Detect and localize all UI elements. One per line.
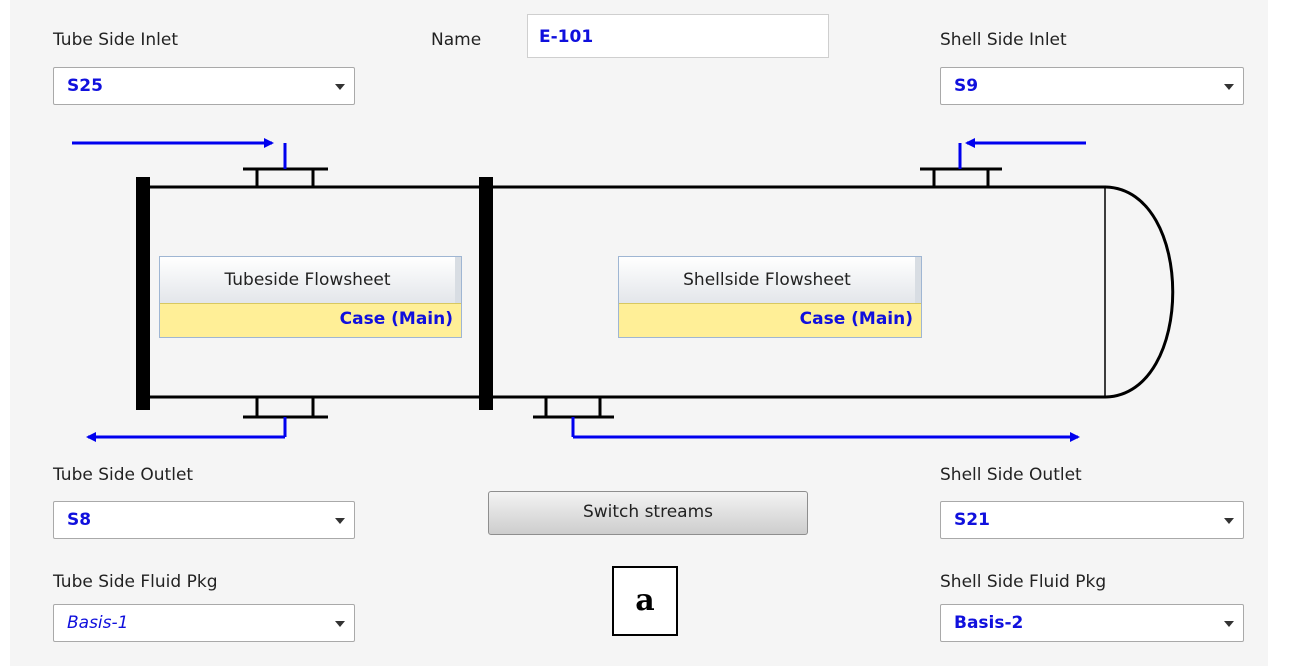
shell-fluid-pkg-dropdown[interactable]: Basis-2 (940, 604, 1244, 642)
shellside-flowsheet-box[interactable]: Shellside Flowsheet Case (Main) (618, 256, 922, 338)
name-value: E-101 (539, 27, 594, 47)
left-tubesheet (136, 177, 150, 410)
tube-inlet-value: S25 (67, 76, 103, 96)
shell-fluid-pkg-value: Basis-2 (954, 613, 1024, 633)
switch-streams-button[interactable]: Switch streams (488, 491, 808, 535)
tube-outlet-label: Tube Side Outlet (53, 465, 194, 485)
tube-fluid-pkg-value: Basis-1 (67, 613, 129, 633)
shell-fluid-pkg-label: Shell Side Fluid Pkg (940, 572, 1107, 592)
tubeside-flowsheet-case: Case (Main) (160, 303, 461, 337)
tube-fluid-pkg-label: Tube Side Fluid Pkg (53, 572, 218, 592)
shell-inlet-value: S9 (954, 76, 979, 96)
shell-inlet-dropdown[interactable]: S9 (940, 67, 1244, 105)
name-input[interactable]: E-101 (527, 14, 829, 58)
tubeside-flowsheet-title: Tubeside Flowsheet (160, 257, 461, 303)
chevron-down-icon (1224, 518, 1234, 524)
chevron-down-icon (1224, 84, 1234, 90)
shell-inlet-arrow (958, 138, 1086, 169)
shell-outlet-dropdown[interactable]: S21 (940, 501, 1244, 539)
tube-outlet-nozzle (243, 397, 328, 419)
middle-tubesheet (479, 177, 493, 410)
shell-outlet-nozzle (533, 397, 614, 419)
chevron-down-icon (1224, 621, 1234, 627)
tube-outlet-arrow (86, 417, 287, 442)
shellside-flowsheet-title: Shellside Flowsheet (619, 257, 921, 303)
name-label: Name (431, 30, 482, 50)
figure-tag: a (612, 566, 678, 636)
tube-inlet-arrow (72, 138, 287, 169)
tubeside-flowsheet-box[interactable]: Tubeside Flowsheet Case (Main) (159, 256, 462, 338)
tube-outlet-value: S8 (67, 510, 92, 530)
chevron-down-icon (335, 84, 345, 90)
shell-outlet-label: Shell Side Outlet (940, 465, 1082, 485)
tube-inlet-label: Tube Side Inlet (53, 30, 179, 50)
tube-outlet-dropdown[interactable]: S8 (53, 501, 355, 539)
chevron-down-icon (335, 621, 345, 627)
shell-inlet-nozzle (920, 167, 1002, 187)
shell-outlet-value: S21 (954, 510, 990, 530)
tube-inlet-nozzle (243, 167, 328, 187)
shell-outlet-arrow (571, 417, 1080, 442)
shellside-flowsheet-case: Case (Main) (619, 303, 921, 337)
chevron-down-icon (335, 518, 345, 524)
tube-inlet-dropdown[interactable]: S25 (53, 67, 355, 105)
shell-inlet-label: Shell Side Inlet (940, 30, 1067, 50)
tube-fluid-pkg-dropdown[interactable]: Basis-1 (53, 604, 355, 642)
